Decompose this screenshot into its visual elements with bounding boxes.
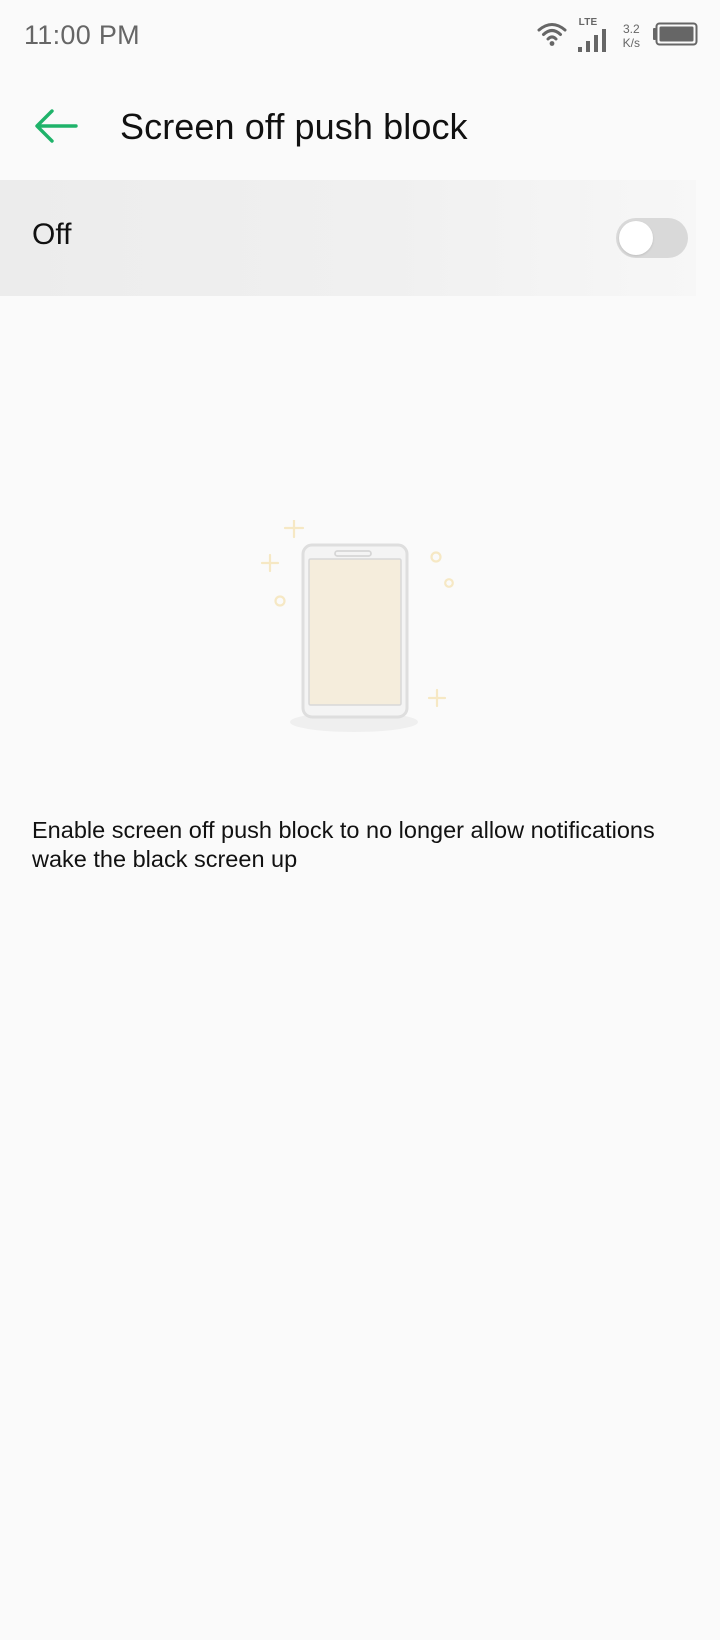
- speed-unit: K/s: [622, 36, 640, 50]
- toggle-label: Off: [32, 218, 72, 251]
- status-icons: LTE 3.2 K/s: [537, 17, 698, 54]
- battery-icon: [652, 22, 698, 51]
- network-speed: 3.2 K/s: [623, 22, 640, 50]
- toggle-knob: [619, 221, 653, 255]
- speed-value: 3.2: [622, 22, 640, 36]
- arrow-left-icon: [35, 109, 78, 143]
- screen-off-push-block-toggle-row[interactable]: Off: [0, 180, 696, 296]
- back-button[interactable]: [28, 100, 84, 152]
- page-title: Screen off push block: [120, 106, 468, 147]
- feature-description: Enable screen off push block to no longe…: [32, 817, 655, 872]
- toggle-switch[interactable]: [616, 218, 688, 258]
- wifi-icon: [537, 21, 567, 52]
- status-bar: 11:00 PM LTE 3.2 K/s: [0, 0, 720, 72]
- signal-icon: LTE: [577, 17, 609, 53]
- status-time: 11:00 PM: [24, 20, 140, 50]
- phone-illustration: [250, 517, 470, 740]
- app-header: Screen off push block: [0, 72, 720, 180]
